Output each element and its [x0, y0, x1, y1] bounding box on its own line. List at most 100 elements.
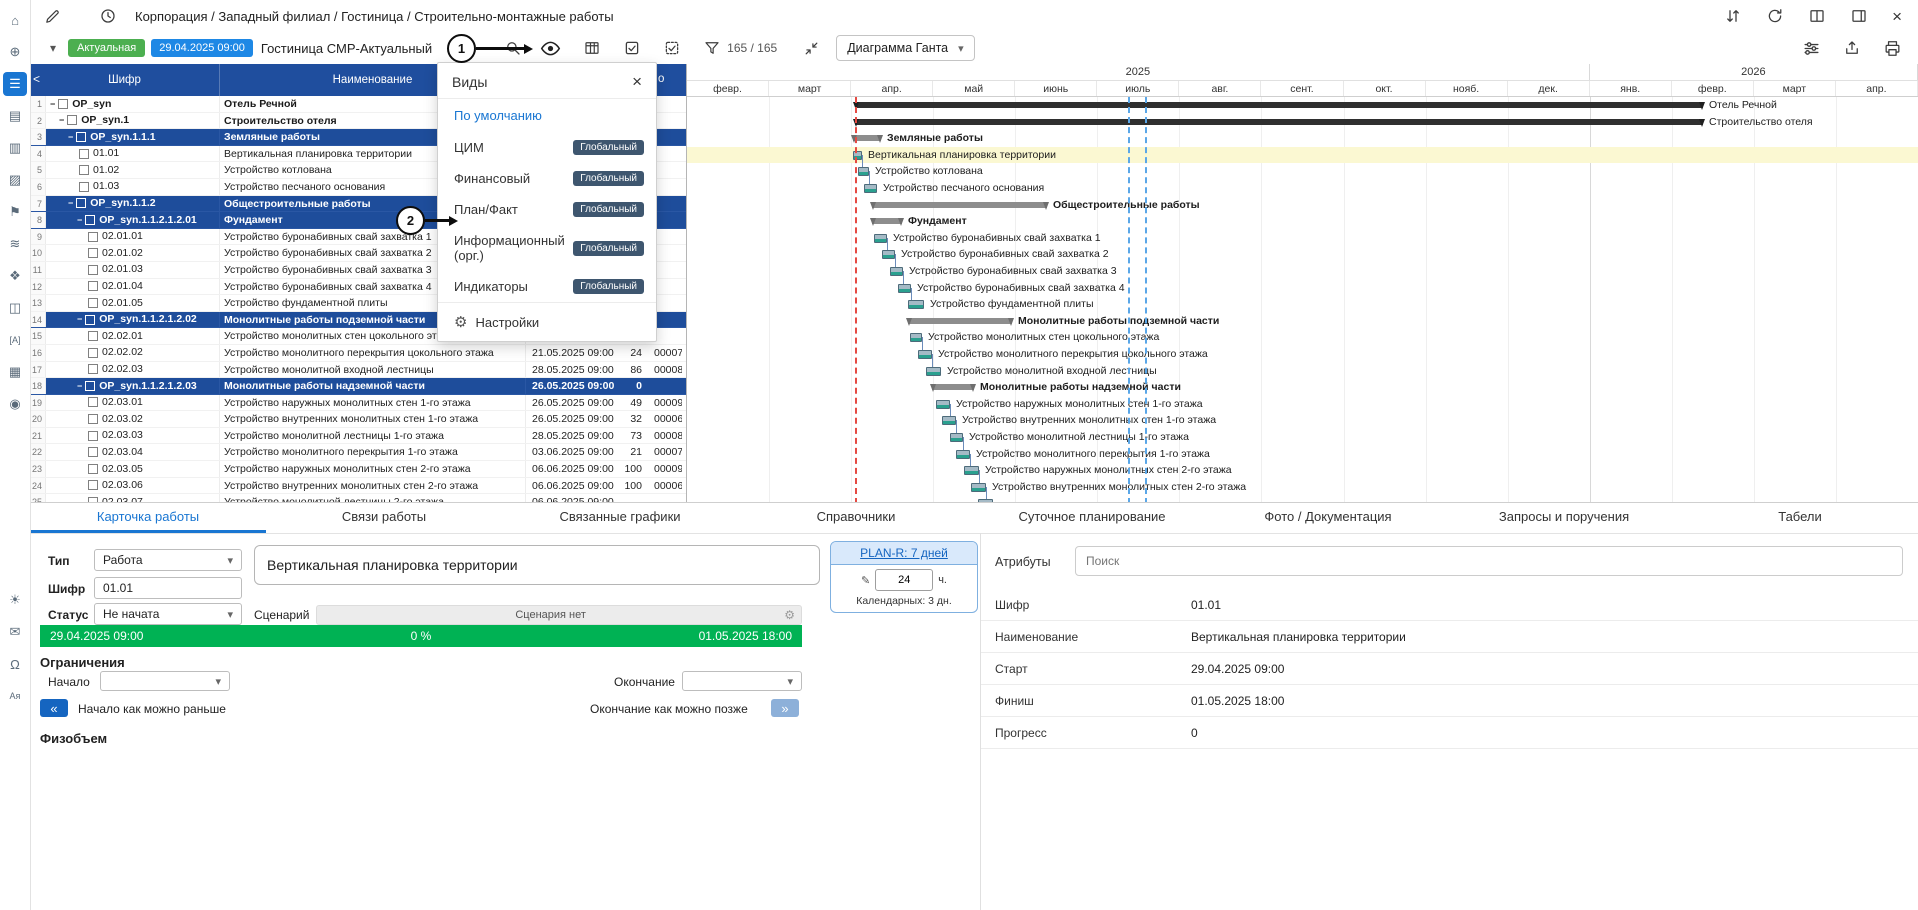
gantt-bar[interactable] — [950, 433, 963, 442]
bottom-tab[interactable]: Связи работы — [266, 503, 502, 533]
row-checkbox[interactable] — [88, 397, 98, 407]
gantt-bar[interactable] — [942, 416, 956, 425]
bottom-tab[interactable]: Запросы и поручения — [1446, 503, 1682, 533]
gantt-bar[interactable] — [908, 318, 1012, 324]
expand-icon[interactable]: − — [77, 378, 82, 394]
gantt-bar[interactable] — [932, 384, 974, 390]
views-menu-item[interactable]: ИндикаторыГлобальный — [438, 271, 656, 302]
views-menu-settings[interactable]: ⚙ Настройки — [438, 303, 656, 341]
calendar-icon[interactable]: ▦ — [3, 360, 27, 384]
print-icon[interactable] — [1883, 39, 1902, 58]
chart-icon[interactable]: ▥ — [3, 136, 27, 160]
translate-icon[interactable]: Aя — [3, 684, 27, 708]
bottom-tab[interactable]: Карточка работы — [30, 503, 266, 533]
collapse-pane-icon[interactable]: < — [33, 72, 40, 86]
row-checkbox[interactable] — [88, 414, 98, 424]
start-constraint-select[interactable]: ▾ — [100, 671, 230, 691]
globe-icon[interactable]: ⊕ — [3, 40, 27, 64]
row-checkbox[interactable] — [88, 232, 98, 242]
history-icon[interactable] — [99, 7, 117, 25]
view-mode-select[interactable]: Диаграмма Ганта▾ — [836, 35, 974, 61]
table-row[interactable]: 2402.03.06Устройство внутренних монолитн… — [30, 478, 686, 495]
columns-settings-icon[interactable] — [583, 39, 601, 57]
flag-icon[interactable]: ⚑ — [3, 200, 27, 224]
row-checkbox[interactable] — [88, 464, 98, 474]
layers-icon[interactable]: ≋ — [3, 232, 27, 256]
views-menu-item[interactable]: ЦИМГлобальный — [438, 132, 656, 163]
row-checkbox[interactable] — [88, 431, 98, 441]
row-checkbox[interactable] — [79, 182, 89, 192]
work-name-input[interactable] — [254, 545, 820, 585]
notifications-icon[interactable]: Ω — [3, 652, 27, 676]
type-select[interactable]: Работа▾ — [94, 549, 242, 571]
table-row[interactable]: 18−OP_syn.1.1.2.1.2.03Монолитные работы … — [30, 378, 686, 395]
row-checkbox[interactable] — [85, 381, 95, 391]
column-header-code[interactable]: Шифр — [30, 64, 220, 96]
expand-icon[interactable]: − — [68, 196, 73, 212]
row-checkbox[interactable] — [85, 215, 95, 225]
gantt-bar[interactable] — [898, 284, 911, 293]
row-checkbox[interactable] — [88, 298, 98, 308]
filter-icon[interactable] — [703, 39, 721, 57]
gantt-bar[interactable] — [956, 450, 970, 459]
gantt-bar[interactable] — [855, 119, 1703, 125]
row-checkbox[interactable] — [88, 480, 98, 490]
display-settings-icon[interactable] — [1802, 39, 1821, 58]
table-row[interactable]: 2002.03.02Устройство внутренних монолитн… — [30, 411, 686, 428]
tree-collapse-icon[interactable]: ▾ — [50, 41, 56, 55]
gantt-bar[interactable] — [855, 102, 1703, 108]
bottom-tab[interactable]: Табели — [1682, 503, 1918, 533]
layout-icon[interactable]: ▤ — [3, 104, 27, 128]
table-row[interactable]: 1902.03.01Устройство наружных монолитных… — [30, 395, 686, 412]
expand-icon[interactable]: − — [50, 96, 55, 112]
gantt-bar[interactable] — [853, 135, 881, 141]
expand-icon[interactable]: − — [77, 212, 82, 228]
hours-input[interactable] — [875, 569, 933, 591]
gantt-bar[interactable] — [882, 250, 895, 259]
gantt-bar[interactable] — [908, 300, 924, 309]
row-checkbox[interactable] — [88, 447, 98, 457]
swap-icon[interactable] — [1724, 7, 1742, 25]
gantt-bar[interactable] — [964, 466, 979, 475]
views-menu-item[interactable]: ФинансовыйГлобальный — [438, 163, 656, 194]
views-eye-icon[interactable] — [540, 38, 561, 59]
gantt-bar[interactable] — [872, 202, 1047, 208]
expand-icon[interactable]: − — [77, 312, 82, 328]
gantt-bar[interactable] — [874, 234, 887, 243]
gantt-bar[interactable] — [936, 400, 950, 409]
row-checkbox[interactable] — [58, 99, 68, 109]
schedule-icon[interactable]: ☰ — [3, 72, 27, 96]
gantt-bar[interactable] — [872, 218, 902, 224]
table-row[interactable]: 2202.03.04Устройство монолитного перекры… — [30, 444, 686, 461]
row-checkbox[interactable] — [88, 348, 98, 358]
plan-duration-link[interactable]: PLAN-R: 7 дней — [831, 542, 977, 565]
views-menu-item[interactable]: Информационный (орг.)Глобальный — [438, 225, 656, 271]
expand-icon[interactable]: − — [59, 113, 64, 129]
row-checkbox[interactable] — [88, 331, 98, 341]
gantt-bar[interactable] — [858, 167, 869, 176]
row-checkbox[interactable] — [76, 198, 86, 208]
asap-button[interactable]: « — [40, 699, 68, 717]
bottom-tab[interactable]: Фото / Документация — [1210, 503, 1446, 533]
attributes-search-input[interactable] — [1075, 546, 1903, 576]
row-checkbox[interactable] — [88, 248, 98, 258]
status-select[interactable]: Не начата▾ — [94, 603, 242, 625]
task-check-icon[interactable] — [663, 39, 681, 57]
panel-layout-icon[interactable] — [1850, 7, 1868, 25]
gantt-bar[interactable] — [926, 367, 941, 376]
row-checkbox[interactable] — [88, 281, 98, 291]
table-row[interactable]: 1702.02.03Устройство монолитной входной … — [30, 362, 686, 379]
gantt-bar[interactable] — [971, 483, 986, 492]
messages-icon[interactable]: ✉ — [3, 620, 27, 644]
code-input[interactable] — [94, 577, 242, 599]
views-menu-default-item[interactable]: По умолчанию — [438, 99, 656, 132]
gantt-bar[interactable] — [910, 333, 922, 342]
bottom-tab[interactable]: Справочники — [738, 503, 974, 533]
finish-constraint-select[interactable]: ▾ — [682, 671, 802, 691]
collapse-diagonal-icon[interactable] — [803, 40, 820, 57]
brightness-icon[interactable]: ☀ — [3, 588, 27, 612]
gantt-bar[interactable] — [864, 184, 877, 193]
expand-icon[interactable]: − — [68, 129, 73, 145]
gantt-bar[interactable] — [890, 267, 903, 276]
row-checkbox[interactable] — [79, 165, 89, 175]
